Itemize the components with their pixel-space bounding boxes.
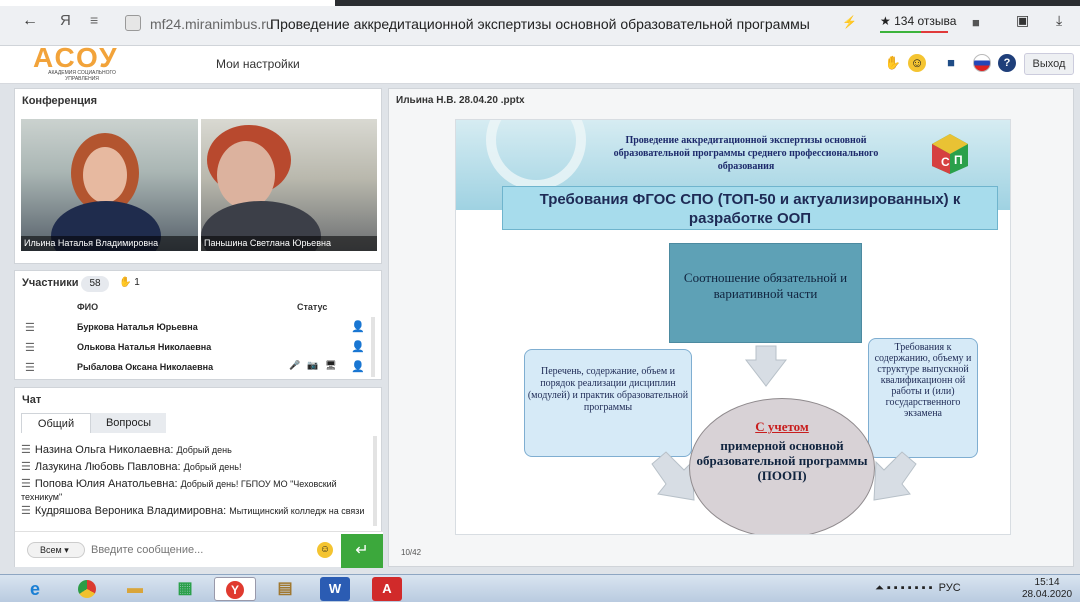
site-security-icon[interactable] — [125, 15, 141, 31]
user-icon: 👤 — [351, 321, 365, 333]
recipient-select[interactable]: Всем ▾ — [27, 542, 85, 558]
send-button[interactable]: ↵ — [341, 534, 383, 568]
folder-icon[interactable]: ■ — [942, 54, 960, 72]
participant-row[interactable]: ☰ Рыбалова Оксана Николаевна 🎤 📷 🖥 👤 — [15, 357, 371, 377]
participants-count-badge: 58 — [81, 276, 109, 292]
explorer-icon[interactable]: ▬ — [114, 577, 156, 601]
screen-icon: 🖥 — [325, 360, 337, 370]
menu-icon[interactable]: ☰ — [25, 341, 35, 354]
back-arrow-icon[interactable]: ← — [22, 12, 38, 30]
video-tile[interactable]: Ильина Наталья Владимировна — [21, 119, 198, 251]
arrow-left-down — [651, 451, 695, 501]
tab-general[interactable]: Общий — [21, 413, 91, 433]
collections-icon[interactable]: ▣ — [1016, 12, 1029, 29]
yandex-icon[interactable]: Я — [60, 12, 71, 29]
chat-message: ☰ Попова Юлия Анатольевна: Добрый день! Г… — [21, 478, 337, 502]
bookmark-tabs-icon[interactable]: ≡ — [90, 12, 98, 28]
chat-title: Чат — [22, 394, 42, 406]
help-icon[interactable]: ? — [998, 54, 1016, 72]
russian-flag-icon[interactable] — [973, 54, 991, 72]
store-icon[interactable]: ▦ — [164, 577, 206, 601]
address-site[interactable]: mf24.miranimbus.ru — [150, 16, 274, 32]
acrobat-icon[interactable]: A — [372, 577, 402, 601]
chat-input-bar: Всем ▾ ☺ ↵ — [15, 531, 383, 568]
clock[interactable]: 15:14 28.04.2020 — [1022, 577, 1072, 601]
menu-icon[interactable]: ☰ — [21, 505, 31, 517]
menu-icon[interactable]: ☰ — [21, 478, 31, 490]
yandex-browser-icon[interactable]: Y — [214, 577, 256, 601]
ie-icon[interactable]: e — [14, 577, 56, 601]
participant-row[interactable]: ☰ Буркова Наталья Юрьевна 👤 — [15, 317, 371, 337]
page-title[interactable]: Проведение аккредитационной экспертизы о… — [270, 16, 810, 32]
video-name: Паньшина Светлана Юрьевна — [201, 236, 377, 251]
chevron-down-icon: ▾ — [64, 545, 69, 555]
arrow-down — [744, 345, 788, 387]
slide: Проведение аккредитационной экспертизы о… — [455, 119, 1011, 535]
raised-hands-count: ✋ 1 — [119, 277, 140, 288]
video-tile[interactable]: Паньшина Светлана Юрьевна — [201, 119, 377, 251]
download-icon[interactable]: ⤓ — [1056, 12, 1062, 29]
browser-toolbar: ← Я ≡ mf24.miranimbus.ru Проведение аккр… — [0, 0, 1080, 46]
participants-title: Участники — [22, 277, 79, 289]
column-status-header: Статус — [297, 302, 328, 312]
bookmark-icon[interactable]: ■ — [972, 15, 980, 30]
emoji-reaction-icon[interactable]: ☺ — [908, 54, 926, 72]
arrow-right-down — [873, 451, 917, 501]
tab-questions[interactable]: Вопросы — [91, 413, 166, 433]
raised-hand-icon: ✋ — [119, 277, 132, 288]
chat-message: ☰ Назина Ольга Николаевна: Добрый день — [21, 444, 232, 456]
column-name-header: ФИО — [77, 302, 99, 312]
chat-scrollbar[interactable] — [373, 436, 377, 526]
menu-icon[interactable]: ☰ — [25, 321, 35, 334]
word-icon[interactable]: W — [320, 577, 350, 601]
protect-icon[interactable]: ⚡ — [842, 15, 857, 29]
ellipse-text: примерной основной образовательной прогр… — [696, 438, 868, 483]
windows-taskbar: e ▬ ▦ Y ▤ W A ⏶ ▪ ▪ ▪ ▪ ▪ ▪ ▪ РУС 15:14 2… — [0, 574, 1080, 602]
mic-icon: 🎤 — [289, 360, 301, 370]
presentation-panel: Ильина Н.В. 28.04.20 .pptx Проведение ак… — [388, 88, 1074, 567]
participant-row[interactable]: ☰ Олькова Наталья Николаевна 👤 — [15, 337, 371, 357]
chat-message: ☰ Лазукина Любовь Павловна: Добрый день! — [21, 461, 242, 473]
system-tray[interactable]: ⏶ ▪ ▪ ▪ ▪ ▪ ▪ ▪ РУС — [875, 582, 961, 595]
user-icon: 👤 — [351, 361, 365, 373]
chat-message: ☰ Кудряшова Вероника Владимировна: Мытищи… — [21, 505, 365, 517]
tray-icons[interactable]: ⏶ ▪ ▪ ▪ ▪ ▪ ▪ ▪ — [875, 582, 933, 594]
language-indicator[interactable]: РУС — [939, 582, 961, 594]
video-name: Ильина Наталья Владимировна — [21, 236, 198, 251]
chat-message-input[interactable] — [91, 540, 311, 560]
menu-icon[interactable]: ☰ — [25, 361, 35, 374]
conference-panel: Конференция Ильина Наталья Владимировна … — [14, 88, 382, 264]
emoji-icon[interactable]: ☺ — [317, 542, 333, 558]
participants-panel: Участники 58 ✋ 1 ФИО Статус ☰ Буркова На… — [14, 270, 382, 380]
archive-icon[interactable]: ▤ — [264, 577, 306, 601]
exit-button[interactable]: Выход — [1024, 53, 1074, 75]
slide-ellipse: С учетом примерной основной образователь… — [689, 398, 875, 534]
chrome-icon[interactable] — [66, 577, 108, 601]
raise-hand-icon[interactable]: ✋ — [884, 54, 902, 72]
presentation-file-name: Ильина Н.В. 28.04.20 .pptx — [396, 95, 525, 106]
my-settings-link[interactable]: Мои настройки — [216, 57, 300, 71]
conference-title: Конференция — [22, 95, 98, 107]
participants-scrollbar[interactable] — [371, 317, 375, 377]
camera-icon: 📷 — [307, 360, 319, 370]
logo-subtitle: АКАДЕМИЯ СОЦИАЛЬНОГО УПРАВЛЕНИЯ — [48, 70, 116, 82]
chat-panel: Чат Общий Вопросы ☰ Назина Ольга Николаев… — [14, 387, 383, 568]
menu-icon[interactable]: ☰ — [21, 461, 31, 473]
user-icon: 👤 — [351, 341, 365, 353]
menu-icon[interactable]: ☰ — [21, 444, 31, 456]
page-number: 10/42 — [401, 548, 422, 557]
ellipse-highlight: С учетом — [755, 419, 809, 434]
reviews-rating[interactable]: ★ 134 отзыва — [880, 14, 956, 33]
app-header: АСОУ АКАДЕМИЯ СОЦИАЛЬНОГО УПРАВЛЕНИЯ Мои… — [0, 42, 1080, 84]
